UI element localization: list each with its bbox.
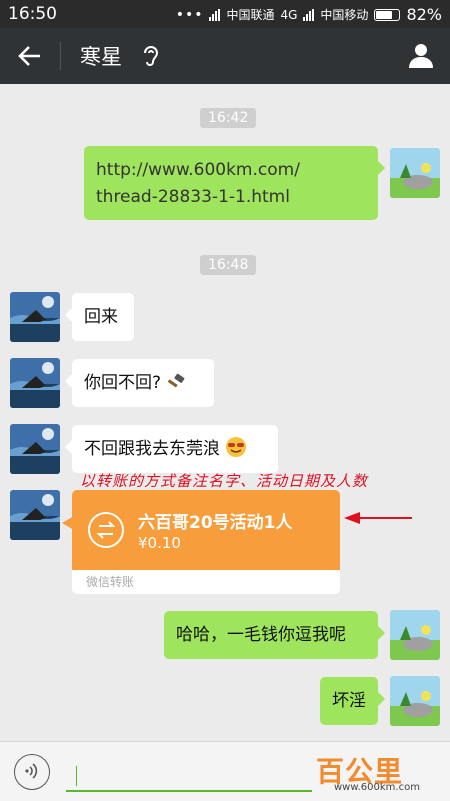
- link-line-2: thread-28833-1-1.html: [96, 187, 290, 207]
- signal-icon: [209, 8, 221, 21]
- chat-title: 寒星: [80, 45, 122, 69]
- hammer-emoji-icon: [166, 373, 186, 391]
- status-time: 16:50: [8, 4, 57, 24]
- time-divider: 16:42: [200, 108, 257, 128]
- status-bar: 16:50 ••• 中国联通 4G 中国移动 82%: [0, 0, 450, 28]
- profile-icon[interactable]: [406, 40, 436, 70]
- battery-icon: [374, 8, 401, 21]
- friend-avatar[interactable]: [10, 358, 60, 408]
- earpiece-icon: [140, 43, 162, 67]
- battery-percent: 82%: [406, 5, 442, 24]
- status-indicators: ••• 中国联通 4G 中国移动 82%: [176, 5, 442, 24]
- transfer-card-body: 六百哥20号活动1人 ¥0.10: [72, 490, 340, 570]
- received-message[interactable]: 你回不回?: [65, 359, 214, 407]
- sent-message[interactable]: 坏淫: [320, 677, 385, 725]
- transfer-icon: [88, 512, 124, 548]
- message-text: 哈哈，一毛钱你逗我呢: [176, 625, 346, 645]
- transfer-card[interactable]: 六百哥20号活动1人 ¥0.10 微信转账: [72, 490, 340, 594]
- my-avatar[interactable]: [390, 610, 440, 660]
- message-text: 不回跟我去东莞浪: [84, 439, 220, 459]
- header-divider: [60, 42, 61, 70]
- message-text: 回来: [84, 307, 118, 327]
- signal-icon-2: [303, 8, 315, 21]
- carrier-2: 中国移动: [320, 8, 369, 22]
- watermark-url: www.600km.com: [334, 782, 420, 793]
- cool-face-emoji-icon: [225, 436, 247, 458]
- transfer-amount: ¥0.10: [138, 534, 181, 552]
- transfer-label: 微信转账: [86, 575, 135, 589]
- arrow-left-icon[interactable]: [14, 40, 46, 72]
- text-cursor: [76, 766, 77, 786]
- chat-header: 寒星: [0, 28, 450, 84]
- red-arrow-icon: [344, 512, 412, 524]
- transfer-title: 六百哥20号活动1人: [138, 513, 293, 533]
- friend-avatar[interactable]: [10, 424, 60, 474]
- friend-avatar[interactable]: [10, 292, 60, 342]
- carrier-1: 中国联通: [226, 8, 275, 22]
- message-text: 坏淫: [332, 691, 366, 711]
- received-message[interactable]: 不回跟我去东莞浪: [65, 425, 278, 473]
- voice-icon[interactable]: [14, 754, 50, 790]
- link-line-1: http://www.600km.com/: [96, 160, 300, 180]
- network-type: 4G: [280, 7, 298, 22]
- friend-avatar[interactable]: [10, 490, 60, 540]
- watermark-logo: 百公里 www.600km.com: [316, 750, 446, 796]
- my-avatar[interactable]: [390, 148, 440, 198]
- sent-message[interactable]: 哈哈，一毛钱你逗我呢: [164, 611, 385, 659]
- message-text: 你回不回?: [84, 373, 162, 393]
- notification-dots: •••: [175, 6, 204, 23]
- received-message[interactable]: 回来: [65, 293, 134, 341]
- time-divider: 16:48: [200, 255, 257, 275]
- message-input[interactable]: [66, 760, 312, 792]
- sent-link-message[interactable]: http://www.600km.com/ thread-28833-1-1.h…: [84, 146, 385, 220]
- red-annotation: 以转账的方式备注名字、活动日期及人数: [80, 472, 369, 490]
- my-avatar[interactable]: [390, 676, 440, 726]
